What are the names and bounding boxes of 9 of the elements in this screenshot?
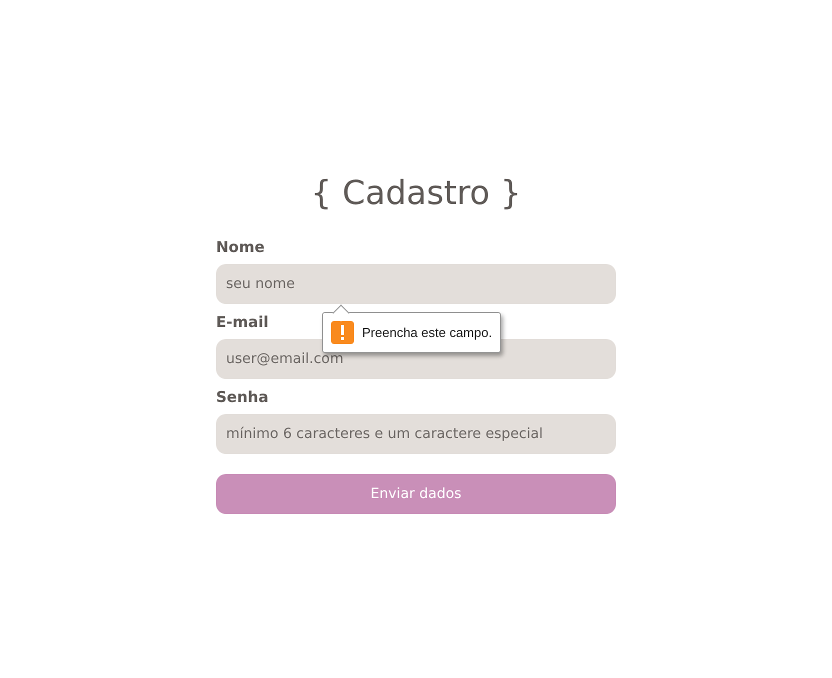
field-label: E-mail [216,313,269,331]
page-title: { Cadastro } [310,172,522,214]
input-field[interactable]: mínimo 6 caracteres e um caractere especial [216,414,616,454]
input-field[interactable]: seu nome [216,264,616,304]
field-label: Nome [216,238,265,256]
submit-button[interactable]: Enviar dados [216,474,616,514]
tooltip-message: Preencha este campo. [362,324,492,342]
warning-icon [331,321,354,344]
field-label: Senha [216,388,268,406]
